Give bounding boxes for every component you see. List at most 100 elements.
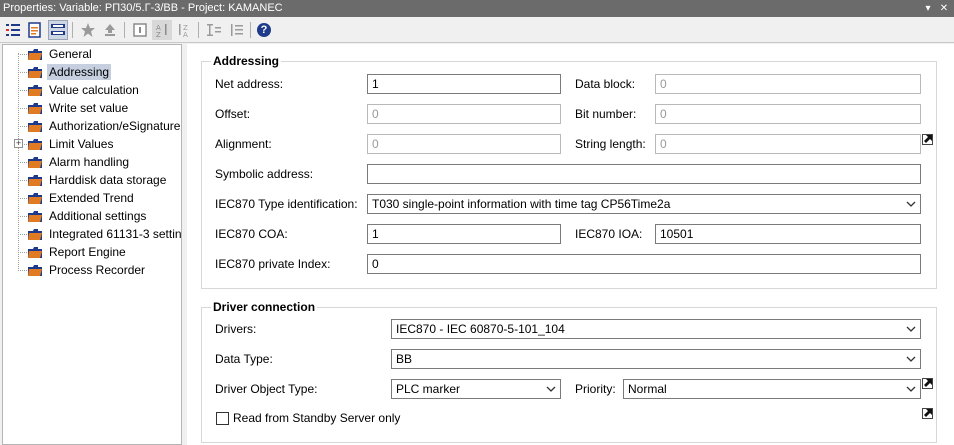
folder-icon [27,156,43,169]
offset-field[interactable]: 0 [367,104,561,124]
tree-expand-icon[interactable]: + [14,139,23,148]
toolbar-separator [250,22,251,38]
drivers-label: Drivers: [215,322,257,336]
drivers-select[interactable]: IEC870 - IEC 60870-5-101_104 [391,319,921,339]
collapse-all-icon[interactable] [226,20,246,40]
folder-icon [27,246,43,259]
sort-categorized-icon[interactable] [3,20,23,40]
standby-label: Read from Standby Server only [233,411,401,425]
alignment-label: Alignment: [215,137,272,151]
pin-up-icon[interactable] [100,20,120,40]
tree-item-label: Limit Values [49,137,114,151]
tree-item[interactable]: Alarm handling [3,153,181,171]
bit-number-field[interactable]: 0 [655,104,921,124]
data-type-value: BB [396,352,413,366]
chevron-down-icon [905,322,917,336]
toolbar: AZ ZA ? [0,17,954,43]
expand-dialog-icon[interactable] [922,378,933,389]
private-index-field[interactable]: 0 [367,254,921,274]
tree-item[interactable]: Addressing [3,63,181,81]
folder-icon [27,48,43,61]
expand-all-icon[interactable] [204,20,224,40]
net-address-label: Net address: [215,77,284,91]
data-type-select[interactable]: BB [391,349,921,369]
chevron-down-icon [905,382,917,396]
window-menu-chevron-down-icon[interactable]: ▾ [921,0,935,17]
favorite-star-icon[interactable] [78,20,98,40]
tree-item-label: General [49,47,92,61]
string-length-field[interactable]: 0 [655,134,921,154]
tree-guide-line [18,108,27,109]
tree-item-label: Harddisk data storage [49,173,167,187]
sort-za-icon[interactable]: ZA [174,20,194,40]
tree-item[interactable]: Authorization/eSignature [3,117,181,135]
sort-grouped-icon[interactable] [48,20,68,40]
chevron-down-icon [905,197,917,211]
folder-icon [27,84,43,97]
tree-item[interactable]: Integrated 61131-3 settings [3,225,181,243]
bit-number-label: Bit number: [575,107,637,121]
standby-checkbox[interactable] [216,412,229,425]
type-identification-label: IEC870 Type identification: [215,197,358,211]
tree-guide-line [18,198,27,199]
tree-item[interactable]: + Limit Values [3,135,181,153]
driver-object-type-value: PLC marker [396,382,461,396]
tree-item[interactable]: Additional settings [3,207,181,225]
toolbar-separator [124,22,125,38]
tree-item-label: Write set value [49,101,129,115]
expand-dialog-icon[interactable] [922,408,933,419]
folder-icon [27,264,43,277]
tree-item[interactable]: Report Engine [3,243,181,261]
svg-text:Z: Z [156,31,161,38]
folder-icon [27,228,43,241]
help-glyph: ? [260,24,268,36]
single-view-icon[interactable] [130,20,150,40]
driver-object-type-label: Driver Object Type: [215,382,318,396]
close-icon[interactable]: ✕ [937,0,951,17]
expand-dialog-icon[interactable] [922,134,933,145]
driver-connection-group-title: Driver connection [211,299,318,315]
drivers-value: IEC870 - IEC 60870-5-101_104 [396,322,565,336]
type-identification-value: T030 single-point information with time … [372,197,671,211]
addressing-group-title: Addressing [211,53,282,69]
coa-label: IEC870 COA: [215,227,288,241]
offset-label: Offset: [215,107,251,121]
priority-value: Normal [628,382,667,396]
tree-guide-line [18,54,27,55]
type-identification-select[interactable]: T030 single-point information with time … [367,194,921,214]
tree-item-label: Process Recorder [49,263,146,277]
tree-item-label: Value calculation [49,83,139,97]
tree-guide-line [18,234,27,235]
tree-item[interactable]: Value calculation [3,81,181,99]
toolbar-separator [72,22,73,38]
priority-select[interactable]: Normal [623,379,921,399]
tree-item[interactable]: Write set value [3,99,181,117]
svg-text:A: A [183,31,188,38]
tree-guide-line [18,216,27,217]
tree-item-label: Report Engine [49,245,126,259]
tree-item[interactable]: General [3,45,181,63]
driver-object-type-select[interactable]: PLC marker [391,379,561,399]
property-tree: General Addressing Value calculation Write … [2,44,182,445]
help-icon[interactable]: ? [254,20,274,40]
data-type-label: Data Type: [215,352,273,366]
sort-az-icon[interactable]: AZ [152,20,172,40]
tree-guide-line [18,180,27,181]
chevron-down-icon [905,352,917,366]
private-index-label: IEC870 private Index: [215,257,331,271]
sort-page-icon[interactable] [25,20,45,40]
tree-item[interactable]: Process Recorder [3,261,181,279]
ioa-field[interactable]: 10501 [655,224,921,244]
symbolic-address-field[interactable] [367,164,921,184]
folder-icon [27,174,43,187]
toolbar-separator [198,22,199,38]
folder-icon [27,138,43,151]
net-address-field[interactable]: 1 [367,74,561,94]
data-block-label: Data block: [575,77,636,91]
data-block-field[interactable]: 0 [655,74,921,94]
alignment-field[interactable]: 0 [367,134,561,154]
tree-item-label: Addressing [47,64,112,80]
tree-item[interactable]: Extended Trend [3,189,181,207]
tree-item[interactable]: Harddisk data storage [3,171,181,189]
coa-field[interactable]: 1 [367,224,561,244]
